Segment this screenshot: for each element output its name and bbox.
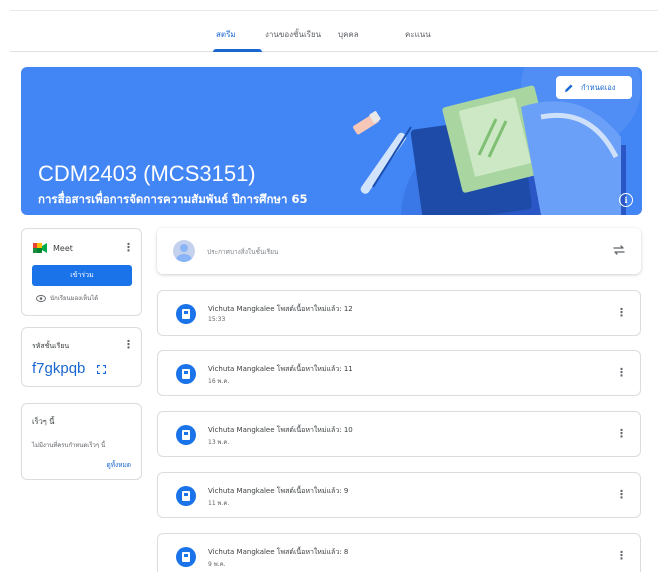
more-vert-icon[interactable]: ⋮	[616, 550, 627, 561]
post-date: 16 พ.ค.	[208, 378, 230, 385]
stream-post[interactable]: Vichuta Mangkalee โพสต์เนื้อหาใหม่แล้ว: …	[157, 533, 641, 572]
stream-post[interactable]: Vichuta Mangkalee โพสต์เนื้อหาใหม่แล้ว: …	[157, 472, 641, 518]
eye-icon	[36, 294, 46, 302]
meet-label: Meet	[53, 244, 73, 253]
pencil-icon	[565, 84, 573, 92]
customize-button[interactable]: กำหนดเอง	[556, 76, 632, 99]
top-nav: สตรีม งานของชั้นเรียน บุคคล คะแนน	[10, 10, 658, 52]
more-vert-icon[interactable]: ⋮	[123, 242, 134, 253]
tab-grades[interactable]: คะแนน	[405, 28, 431, 41]
post-title: Vichuta Mangkalee โพสต์เนื้อหาใหม่แล้ว: …	[208, 487, 349, 495]
stream-post[interactable]: Vichuta Mangkalee โพสต์เนื้อหาใหม่แล้ว: …	[157, 290, 641, 336]
tab-classwork[interactable]: งานของชั้นเรียน	[265, 28, 321, 41]
more-vert-icon[interactable]: ⋮	[616, 307, 627, 318]
post-date: 11 พ.ค.	[208, 500, 230, 507]
post-date: 9 พ.ค.	[208, 561, 226, 568]
avatar	[173, 240, 195, 262]
class-subtitle: การสื่อสารเพื่อการจัดการความสัมพันธ์ ปีก…	[38, 192, 308, 206]
post-title: Vichuta Mangkalee โพสต์เนื้อหาใหม่แล้ว: …	[208, 426, 353, 434]
material-icon	[176, 304, 196, 324]
post-title: Vichuta Mangkalee โพสต์เนื้อหาใหม่แล้ว: …	[208, 305, 353, 313]
meet-logo-icon	[33, 243, 47, 253]
tab-stream[interactable]: สตรีม	[216, 28, 236, 41]
fullscreen-icon[interactable]	[97, 365, 106, 374]
more-vert-icon[interactable]: ⋮	[616, 428, 627, 439]
material-icon	[176, 425, 196, 445]
more-vert-icon[interactable]: ⋮	[123, 339, 134, 350]
post-date: 13 พ.ค.	[208, 439, 230, 446]
tab-people[interactable]: บุคคล	[338, 28, 359, 41]
material-icon	[176, 486, 196, 506]
upcoming-card: เร็วๆ นี้ ไม่มีงานที่ครบกำหนดเร็วๆ นี้ ด…	[21, 403, 142, 480]
post-title: Vichuta Mangkalee โพสต์เนื้อหาใหม่แล้ว: …	[208, 548, 349, 556]
active-tab-indicator	[213, 49, 262, 52]
announce-box[interactable]: ประกาศบางสิ่งในชั้นเรียน	[157, 228, 641, 274]
customize-label: กำหนดเอง	[581, 82, 616, 92]
repost-icon[interactable]	[612, 243, 626, 257]
stream-post[interactable]: Vichuta Mangkalee โพสต์เนื้อหาใหม่แล้ว: …	[157, 350, 641, 396]
class-title: CDM2403 (MCS3151)	[38, 161, 256, 186]
post-title: Vichuta Mangkalee โพสต์เนื้อหาใหม่แล้ว: …	[208, 365, 353, 373]
class-code-card: รหัสชั้นเรียน ⋮ f7gkpqb	[21, 327, 142, 387]
view-all-link[interactable]: ดูทั้งหมด	[107, 460, 131, 470]
stream-post[interactable]: Vichuta Mangkalee โพสต์เนื้อหาใหม่แล้ว: …	[157, 411, 641, 457]
class-banner: CDM2403 (MCS3151) การสื่อสารเพื่อการจัดก…	[21, 67, 642, 215]
class-code-label: รหัสชั้นเรียน	[32, 342, 70, 350]
upcoming-empty-note: ไม่มีงานที่ครบกำหนดเร็วๆ นี้	[32, 442, 106, 449]
join-meet-button[interactable]: เข้าร่วม	[32, 265, 132, 286]
upcoming-title: เร็วๆ นี้	[32, 417, 55, 426]
announce-placeholder: ประกาศบางสิ่งในชั้นเรียน	[207, 248, 279, 256]
material-icon	[176, 364, 196, 384]
material-icon	[176, 547, 196, 567]
info-icon[interactable]: i	[619, 193, 633, 207]
meet-visibility-note: นักเรียนมองเห็นได้	[36, 293, 98, 303]
more-vert-icon[interactable]: ⋮	[616, 489, 627, 500]
class-code-value: f7gkpqb	[32, 360, 86, 377]
post-date: 15:33	[208, 316, 226, 323]
meet-card: Meet ⋮ เข้าร่วม นักเรียนมองเห็นได้	[21, 228, 142, 316]
meet-note-text: นักเรียนมองเห็นได้	[50, 295, 99, 302]
more-vert-icon[interactable]: ⋮	[616, 367, 627, 378]
